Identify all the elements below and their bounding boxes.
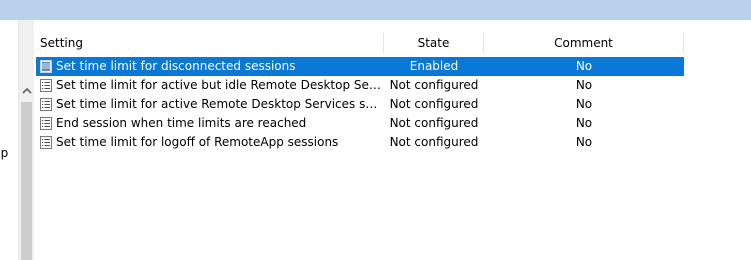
- policy-setting-icon: [40, 136, 52, 149]
- setting-comment: No: [575, 97, 593, 111]
- setting-comment: No: [575, 135, 593, 149]
- setting-state: Not configured: [389, 135, 479, 149]
- tree-item-label[interactable]: pp: [0, 146, 8, 160]
- table-row[interactable]: Set time limit for active Remote Desktop…: [34, 95, 751, 114]
- settings-rows: Set time limit for disconnected sessions…: [34, 57, 751, 152]
- setting-state: Not configured: [389, 97, 479, 111]
- settings-list: Setting State Comment Set time limit for…: [34, 20, 751, 260]
- column-header-setting[interactable]: Setting: [34, 33, 384, 53]
- navigation-tree: pp: [0, 20, 18, 260]
- window-titlebar: [0, 0, 751, 21]
- setting-name: Set time limit for active Remote Desktop…: [56, 97, 382, 111]
- setting-name: Set time limit for disconnected sessions: [56, 59, 296, 73]
- table-row[interactable]: End session when time limits are reached…: [34, 114, 751, 133]
- setting-name: Set time limit for logoff of RemoteApp s…: [56, 135, 339, 149]
- scroll-thumb[interactable]: [21, 102, 32, 260]
- table-row[interactable]: Set time limit for active but idle Remot…: [34, 76, 751, 95]
- navigation-pane: pp: [0, 20, 35, 260]
- policy-setting-icon: [40, 117, 52, 130]
- setting-name: Set time limit for active but idle Remot…: [56, 78, 382, 92]
- policy-editor-window: pp Setting State Comment: [0, 0, 751, 260]
- setting-comment: No: [575, 59, 593, 73]
- policy-setting-icon: [40, 79, 52, 92]
- table-row[interactable]: Set time limit for logoff of RemoteApp s…: [34, 133, 751, 152]
- column-header-row: Setting State Comment: [34, 33, 751, 53]
- setting-state: Not configured: [389, 78, 479, 92]
- setting-state: Not configured: [389, 116, 479, 130]
- setting-comment: No: [575, 78, 593, 92]
- setting-state: Enabled: [409, 59, 459, 73]
- chevron-up-icon[interactable]: [19, 82, 35, 98]
- navigation-scrollbar[interactable]: [18, 20, 35, 260]
- column-header-comment[interactable]: Comment: [484, 33, 684, 53]
- column-header-state[interactable]: State: [384, 33, 484, 53]
- policy-setting-icon: [40, 60, 52, 73]
- policy-setting-icon: [40, 98, 52, 111]
- table-row[interactable]: Set time limit for disconnected sessions…: [34, 57, 751, 76]
- setting-comment: No: [575, 116, 593, 130]
- setting-name: End session when time limits are reached: [56, 116, 307, 130]
